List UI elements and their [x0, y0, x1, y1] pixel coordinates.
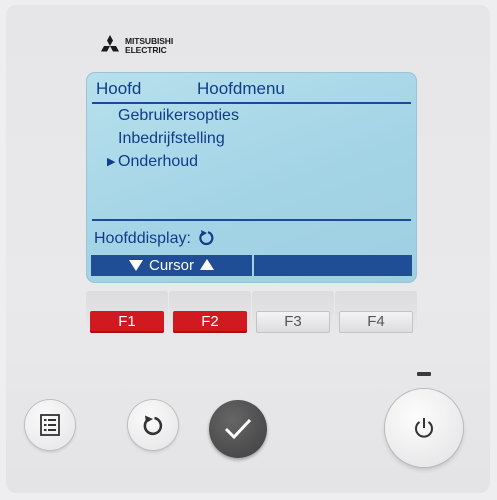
mitsubishi-diamonds-icon: [101, 35, 119, 52]
fkey-f1-housing: F1: [86, 291, 168, 333]
footer-divider: [92, 219, 411, 221]
return-button[interactable]: [128, 400, 178, 450]
power-indicator-led: [417, 372, 431, 376]
menu-icon: [40, 414, 60, 436]
return-icon: [143, 415, 163, 436]
fkey-f3-housing: F3: [252, 291, 334, 333]
power-button[interactable]: [385, 389, 463, 467]
brand-line2: ELECTRIC: [125, 45, 167, 55]
screen-left-title: Hoofd: [96, 79, 142, 98]
cursor-label: Cursor: [148, 257, 194, 274]
f3-button[interactable]: F3: [256, 311, 330, 333]
footer-label: Hoofddisplay:: [94, 230, 191, 247]
fkey-f2-housing: F2: [169, 291, 251, 333]
menu-item-inbedrijfstelling[interactable]: Inbedrijfstelling: [118, 130, 225, 148]
f4-button[interactable]: F4: [339, 311, 413, 333]
menu-button[interactable]: [25, 400, 75, 450]
checkmark-icon: [224, 418, 252, 440]
footer-hint: Hoofddisplay:: [94, 229, 214, 248]
screen-title: Hoofdmenu: [197, 79, 285, 98]
return-icon: [199, 230, 214, 245]
f1-button[interactable]: F1: [90, 311, 164, 333]
title-divider: [92, 102, 411, 104]
fkey-f4-housing: F4: [335, 291, 417, 333]
select-button[interactable]: [209, 400, 267, 458]
power-icon: [415, 418, 433, 438]
lcd-screen: Hoofd Hoofdmenu Gebruikersopties Inbedri…: [86, 72, 417, 283]
function-bar: Cursor: [91, 255, 412, 276]
triangle-down-icon: [128, 260, 143, 271]
f2-button[interactable]: F2: [173, 311, 247, 333]
mitsubishi-logo: MITSUBISHI ELECTRIC: [98, 33, 218, 63]
menu-item-gebruikersopties[interactable]: Gebruikersopties: [118, 107, 239, 125]
menu-item-onderhoud[interactable]: Onderhoud: [118, 153, 198, 171]
function-bar-empty: [254, 255, 412, 276]
function-bar-cursor: Cursor: [91, 255, 252, 276]
triangle-up-icon: [200, 259, 214, 270]
cursor-pointer-icon: ▶: [107, 156, 116, 168]
brand-name: MITSUBISHI ELECTRIC: [125, 37, 173, 55]
